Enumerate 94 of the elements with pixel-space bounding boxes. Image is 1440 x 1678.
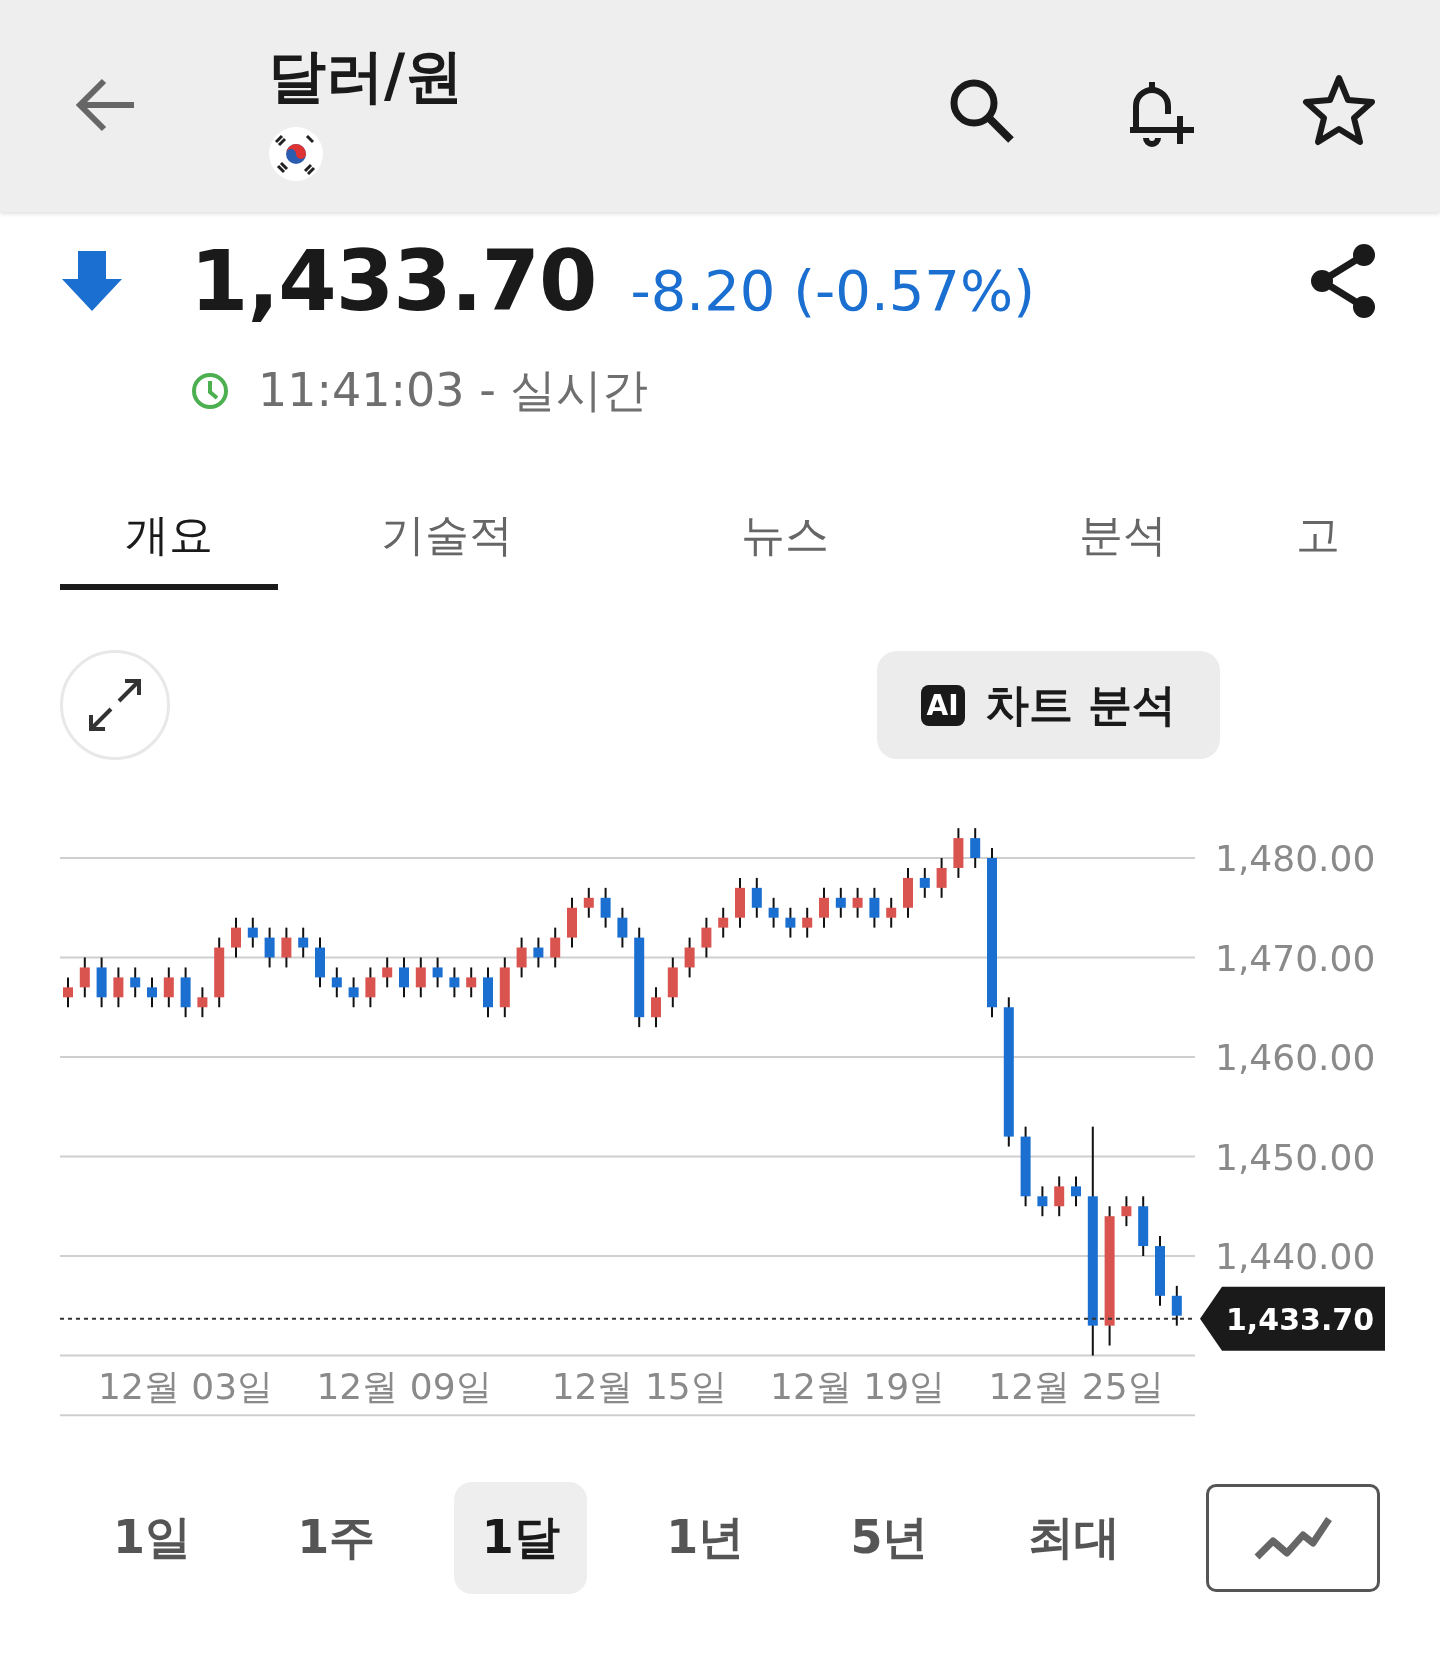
candlestick — [651, 986, 661, 1029]
candlestick — [835, 886, 846, 919]
candlestick — [147, 976, 157, 1009]
x-axis-label: 12월 19일 — [770, 1366, 946, 1407]
candlestick — [886, 896, 897, 929]
candlestick — [298, 926, 309, 959]
period-tab[interactable]: 1주 — [244, 1482, 429, 1594]
last-price-label: 1,433.70 — [1226, 1301, 1375, 1337]
x-axis-label: 12월 25일 — [988, 1366, 1164, 1407]
expand-icon — [87, 677, 143, 733]
candlestick — [382, 956, 393, 989]
candlestick — [231, 916, 241, 959]
candlestick — [1054, 1175, 1065, 1218]
tab[interactable]: 분석 — [954, 486, 1292, 590]
y-axis-label: 1,480.00 — [1215, 838, 1376, 879]
candlestick — [365, 966, 376, 1009]
candlestick — [483, 966, 493, 1019]
tab[interactable]: 고 — [1292, 486, 1340, 590]
candlestick — [247, 916, 258, 949]
candlestick — [516, 936, 527, 979]
update-time: 11:41:03 - 실시간 — [258, 362, 649, 419]
candlestick — [281, 926, 292, 969]
y-axis-label: 1,460.00 — [1215, 1037, 1376, 1078]
candlestick — [348, 976, 359, 1009]
candlestick — [718, 906, 729, 939]
candlestick — [399, 956, 409, 999]
candlestick — [751, 876, 762, 919]
candlestick — [852, 886, 863, 919]
candlestick — [567, 896, 577, 949]
candlestick — [533, 936, 544, 969]
candlestick — [936, 857, 947, 899]
candlestick — [970, 827, 981, 869]
candlestick — [1155, 1235, 1165, 1307]
candlestick — [113, 966, 124, 1009]
price-value: 1,433.70 — [190, 232, 597, 330]
x-axis-label: 12월 09일 — [316, 1366, 492, 1407]
candlestick — [701, 916, 712, 959]
candlestick — [163, 966, 174, 1009]
candlestick — [466, 966, 477, 999]
candlestick — [735, 876, 745, 929]
candlestick — [1121, 1195, 1132, 1228]
candlestick — [415, 956, 426, 999]
candlestick — [180, 966, 191, 1019]
candlestick — [197, 986, 208, 1019]
tab[interactable]: 개요 — [60, 486, 278, 590]
candlestick — [919, 866, 930, 899]
x-axis-label: 12월 03일 — [98, 1366, 274, 1407]
period-tab[interactable]: 5년 — [797, 1482, 982, 1594]
price-change: -8.20 (-0.57%) — [630, 257, 1036, 323]
flag-icon — [268, 126, 324, 182]
candlestick — [499, 956, 510, 1019]
candlestick — [684, 936, 695, 979]
y-axis-label: 1,470.00 — [1215, 937, 1376, 979]
candlestick — [667, 956, 678, 1009]
candlestick — [1138, 1195, 1149, 1257]
candlestick — [264, 926, 275, 969]
x-axis-label: 12월 15일 — [551, 1366, 727, 1407]
page-title: 달러/원 — [268, 41, 465, 112]
candlestick — [583, 886, 594, 919]
star-icon[interactable] — [1302, 73, 1376, 147]
candlestick — [432, 956, 443, 989]
tab[interactable]: 뉴스 — [616, 486, 954, 590]
candlestick — [1037, 1185, 1048, 1218]
candlestick — [63, 976, 73, 1009]
period-tab[interactable]: 1일 — [60, 1482, 245, 1594]
candlestick — [600, 886, 611, 929]
clock-icon — [190, 371, 230, 411]
period-tab[interactable]: 1년 — [613, 1482, 798, 1594]
candlestick — [819, 886, 829, 929]
candlestick — [903, 866, 913, 919]
candlestick — [785, 906, 796, 939]
chart-type-button[interactable] — [1205, 1484, 1380, 1592]
y-axis-label: 1,440.00 — [1215, 1236, 1376, 1277]
candlestick — [869, 886, 880, 929]
y-axis-label: 1,450.00 — [1215, 1136, 1376, 1178]
candlestick — [1171, 1284, 1182, 1327]
candlestick — [130, 966, 141, 999]
tab[interactable]: 기술적 — [278, 486, 616, 590]
ai-chart-analysis-button[interactable]: AI 차트 분석 — [876, 651, 1220, 759]
ai-badge: AI — [920, 684, 965, 726]
period-tab[interactable]: 최대 — [981, 1482, 1166, 1594]
candlestick — [1071, 1175, 1081, 1208]
candlestick — [550, 926, 561, 969]
candlestick — [331, 966, 342, 999]
candlestick — [768, 896, 779, 929]
candlestick — [953, 827, 964, 879]
candlestick — [96, 956, 107, 1009]
candlestick — [79, 956, 90, 999]
candlestick — [802, 906, 813, 939]
expand-button[interactable] — [60, 650, 170, 760]
candlestick — [315, 936, 325, 989]
candlestick — [449, 966, 460, 999]
period-tab[interactable]: 1달 — [454, 1482, 588, 1594]
candlestick — [617, 906, 628, 949]
